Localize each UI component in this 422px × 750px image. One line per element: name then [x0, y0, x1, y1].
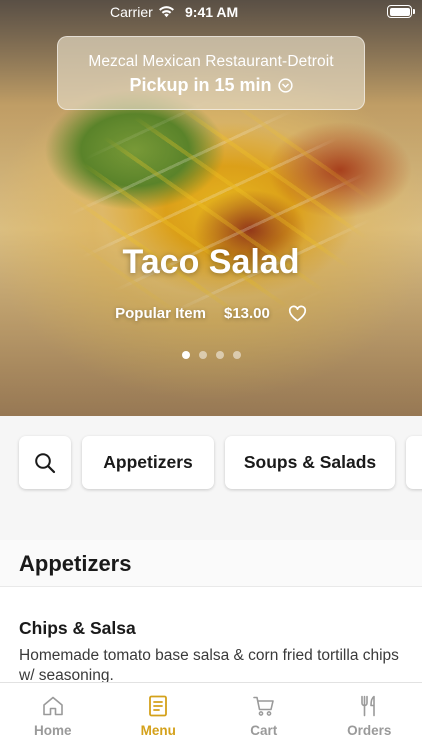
- tab-cart[interactable]: Cart: [211, 683, 317, 750]
- carousel-dot[interactable]: [198, 351, 207, 359]
- carousel-dot[interactable]: [215, 351, 224, 359]
- featured-item-title: Taco Salad: [122, 243, 300, 281]
- menu-item-description: Homemade tomato base salsa & corn fried …: [19, 647, 399, 684]
- menu-icon: [149, 695, 168, 717]
- category-chip-next[interactable]: [406, 436, 422, 489]
- home-icon: [42, 696, 63, 716]
- tab-home[interactable]: Home: [0, 683, 106, 750]
- tab-orders-label: Orders: [347, 723, 392, 738]
- carousel-indicator[interactable]: [0, 351, 422, 359]
- clock: 9:41 AM: [185, 4, 239, 20]
- menu-item-name: Chips & Salsa: [19, 618, 136, 638]
- location-selector[interactable]: Mezcal Mexican Restaurant-Detroit Pickup…: [57, 36, 365, 110]
- category-chip-soups-salads[interactable]: Soups & Salads: [225, 436, 395, 489]
- tab-orders[interactable]: Orders: [317, 683, 422, 750]
- cart-icon: [252, 696, 274, 716]
- restaurant-name: Mezcal Mexican Restaurant-Detroit: [88, 53, 334, 70]
- heart-icon[interactable]: [288, 305, 307, 322]
- menu-item[interactable]: Chips & Salsa Homemade tomato base salsa…: [0, 586, 422, 686]
- carousel-dot[interactable]: [232, 351, 241, 359]
- tab-menu-label: Menu: [140, 723, 176, 738]
- orders-icon: [361, 695, 376, 717]
- section-title: Appetizers: [19, 551, 132, 576]
- search-button[interactable]: [19, 436, 71, 489]
- category-bar[interactable]: Appetizers Soups & Salads: [0, 416, 422, 510]
- category-chip-appetizers[interactable]: Appetizers: [82, 436, 214, 489]
- featured-price: $13.00: [223, 305, 270, 322]
- carrier-label: Carrier: [110, 4, 153, 20]
- wifi-icon: [159, 6, 174, 18]
- pickup-time[interactable]: Pickup in 15 min: [58, 75, 364, 96]
- pickup-label: Pickup in 15 min: [129, 75, 272, 95]
- search-icon: [35, 452, 56, 473]
- tab-bar[interactable]: Home Menu Cart Orders: [0, 682, 422, 750]
- status-bar: Carrier 9:41 AM: [0, 0, 422, 24]
- tab-cart-label: Cart: [250, 723, 278, 738]
- tab-menu[interactable]: Menu: [106, 683, 212, 750]
- featured-tag: Popular Item: [115, 305, 206, 322]
- carousel-dot[interactable]: [181, 351, 190, 359]
- featured-item-meta: Popular Item $13.00: [0, 305, 422, 322]
- chevron-down-icon: [277, 78, 293, 93]
- battery-icon: [387, 5, 415, 18]
- tab-home-label: Home: [33, 723, 72, 738]
- section-header: Appetizers: [0, 540, 422, 586]
- hero-banner[interactable]: Carrier 9:41 AM Mezcal Mexican Restauran…: [0, 0, 422, 416]
